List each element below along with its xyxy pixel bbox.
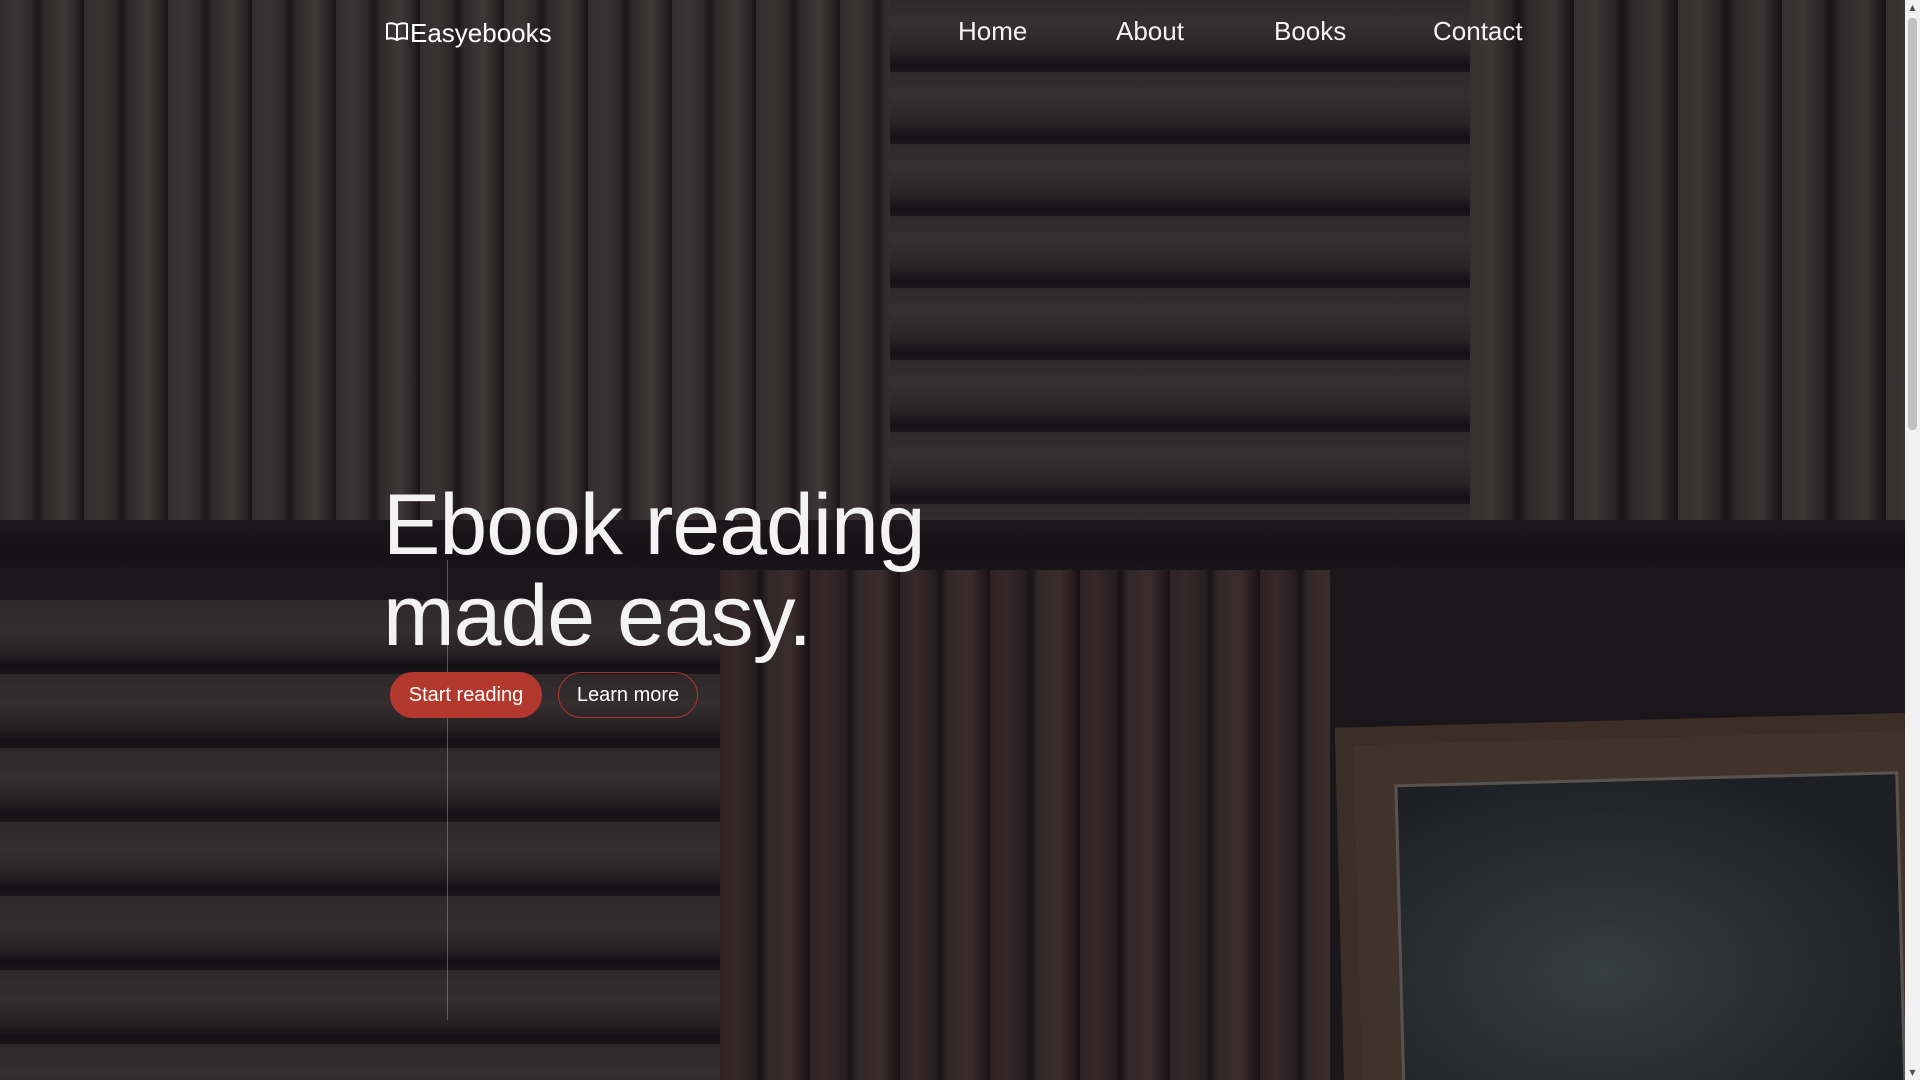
nav-contact-link[interactable]: Contact bbox=[1433, 16, 1523, 47]
scroll-down-arrow-icon[interactable]: ▼ bbox=[1905, 1065, 1920, 1080]
start-reading-button[interactable]: Start reading bbox=[390, 672, 542, 718]
learn-more-button[interactable]: Learn more bbox=[558, 672, 698, 718]
page-viewport: Easyebooks Home About Books Contact Eboo… bbox=[0, 0, 1920, 1080]
nav-about-link[interactable]: About bbox=[1116, 16, 1184, 47]
nav-home-link[interactable]: Home bbox=[958, 16, 1027, 47]
scrollbar-thumb[interactable] bbox=[1908, 18, 1917, 430]
navbar: Easyebooks Home About Books Contact bbox=[0, 0, 1905, 72]
hero-title: Ebook reading made easy. bbox=[383, 477, 926, 664]
hero-dark-overlay bbox=[0, 0, 1905, 1080]
scroll-up-arrow-icon[interactable]: ▲ bbox=[1905, 0, 1920, 15]
main-nav: Home About Books Contact bbox=[0, 16, 1905, 56]
nav-books-link[interactable]: Books bbox=[1274, 16, 1346, 47]
hero-title-line-2: made easy. bbox=[383, 568, 812, 664]
hero-title-line-1: Ebook reading bbox=[383, 477, 926, 573]
vertical-scrollbar[interactable]: ▲ ▼ bbox=[1905, 0, 1920, 1080]
